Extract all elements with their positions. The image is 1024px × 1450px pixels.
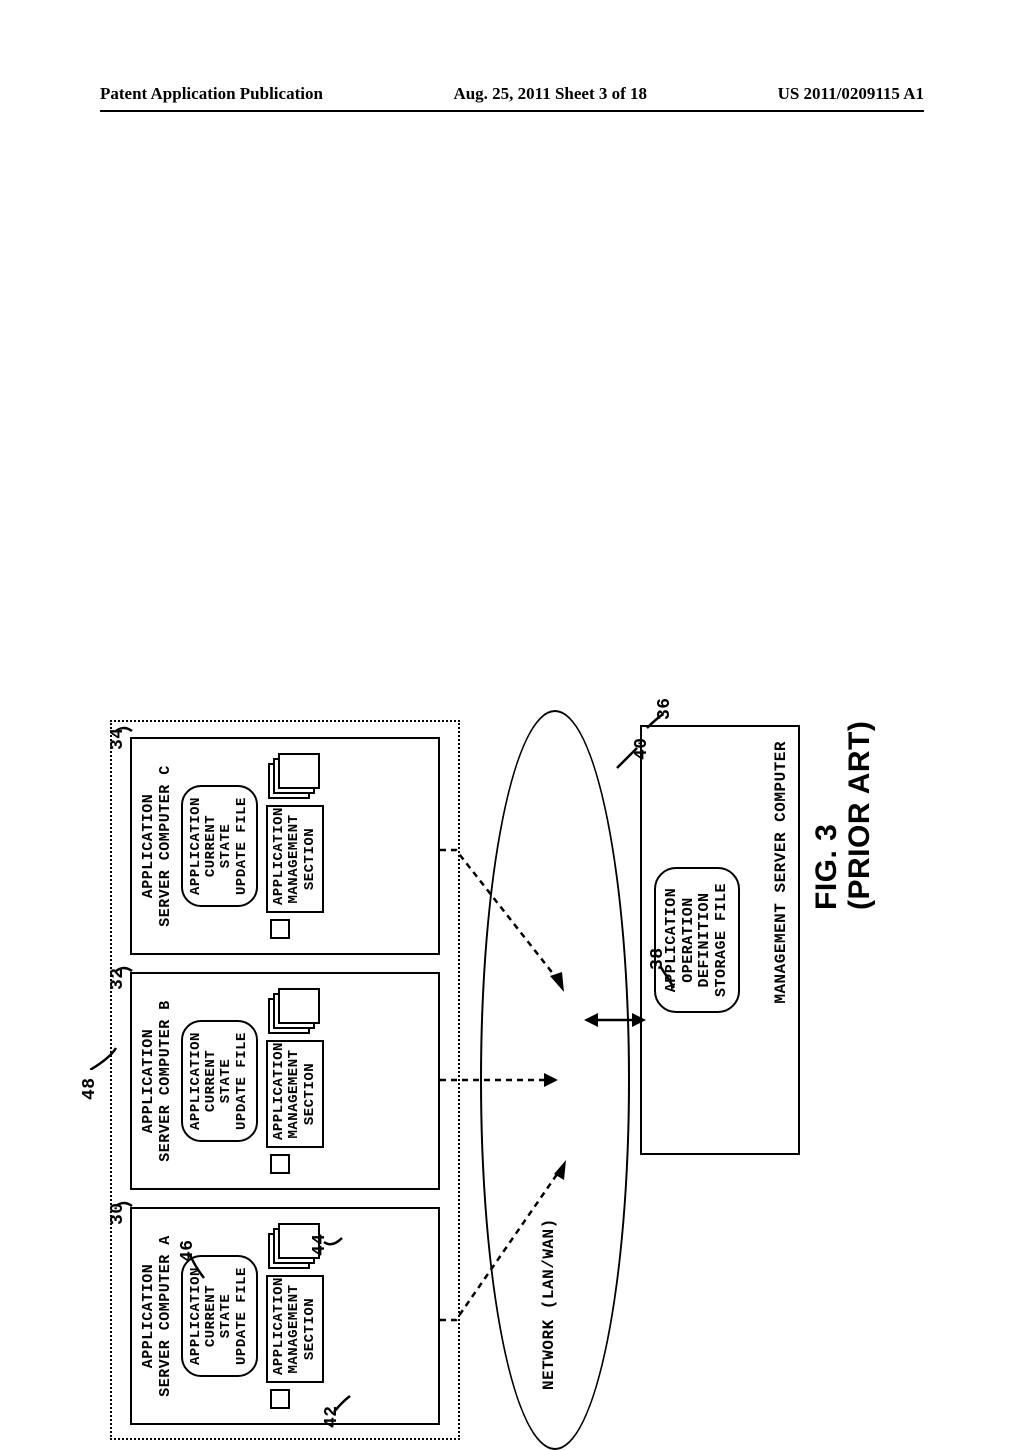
management-server: APPLICATIONOPERATIONDEFINITIONSTORAGE FI… [640,725,800,1155]
header-left: Patent Application Publication [100,84,323,104]
server-b-update-file: APPLICATIONCURRENTSTATEUPDATE FILE [181,1020,259,1142]
leader-34 [114,715,136,733]
server-b-mgmt-row: APPLICATIONMANAGEMENTSECTION [266,988,324,1174]
server-c-title: APPLICATIONSERVER COMPUTER C [140,765,175,927]
server-c: APPLICATIONSERVER COMPUTER C APPLICATION… [130,737,440,955]
figure-caption: FIG. 3 (PRIOR ART) [810,721,876,910]
server-b-mgmt-section: APPLICATIONMANAGEMENTSECTION [266,1040,324,1148]
server-b-title: APPLICATIONSERVER COMPUTER B [140,1000,175,1162]
server-c-mgmt-row: APPLICATIONMANAGEMENTSECTION [266,753,324,939]
server-c-update-file: APPLICATIONCURRENTSTATEUPDATE FILE [181,785,259,907]
server-a-mgmt-section: APPLICATIONMANAGEMENTSECTION [266,1275,324,1383]
page-header: Patent Application Publication Aug. 25, … [100,84,924,104]
leader-48 [90,1040,120,1070]
server-a-small-box [270,1389,290,1409]
server-b: APPLICATIONSERVER COMPUTER B APPLICATION… [130,972,440,1190]
figure-diagram: 48 APPLICATIONSERVER COMPUTER A APPLICAT… [100,490,880,1450]
fig-number: FIG. 3 [810,721,843,910]
network-label: NETWORK (LAN/WAN) [540,1218,558,1390]
storage-file: APPLICATIONOPERATIONDEFINITIONSTORAGE FI… [654,867,740,1013]
sheet-icon [278,753,320,789]
server-a: APPLICATIONSERVER COMPUTER A APPLICATION… [130,1207,440,1425]
leader-32 [114,955,136,973]
page: Patent Application Publication Aug. 25, … [0,0,1024,1320]
leader-44 [322,1228,346,1250]
server-c-mgmt-section: APPLICATIONMANAGEMENTSECTION [266,805,324,913]
leader-42 [332,1392,354,1414]
management-server-label: MANAGEMENT SERVER COMPUTER [772,741,790,1004]
leader-40 [615,744,639,770]
sheet-icon [278,988,320,1024]
header-right: US 2011/0209115 A1 [778,84,924,104]
server-a-title: APPLICATIONSERVER COMPUTER A [140,1235,175,1397]
server-b-stack [268,988,318,1034]
header-rule [100,110,924,112]
ref-48: 48 [80,1077,100,1100]
leader-38 [658,962,680,990]
leader-30 [114,1190,136,1208]
figure-area: 48 APPLICATIONSERVER COMPUTER A APPLICAT… [130,200,890,1160]
header-center: Aug. 25, 2011 Sheet 3 of 18 [453,84,647,104]
leader-46 [188,1250,210,1280]
fig-subtitle: (PRIOR ART) [843,721,876,910]
server-c-small-box [270,919,290,939]
server-c-stack [268,753,318,799]
server-b-small-box [270,1154,290,1174]
leader-36 [645,708,667,730]
